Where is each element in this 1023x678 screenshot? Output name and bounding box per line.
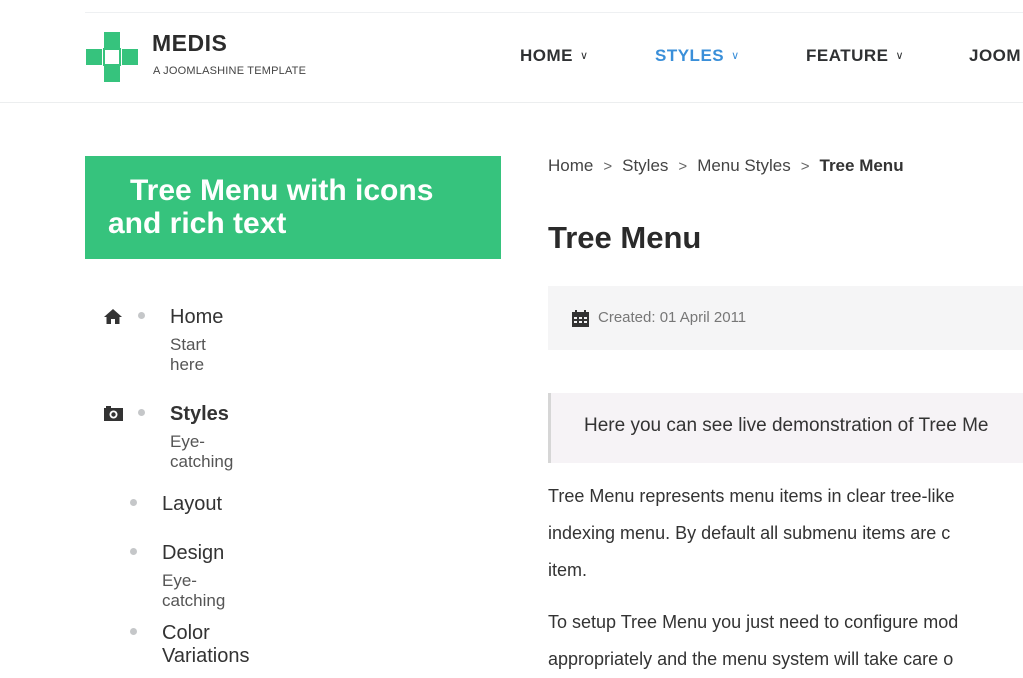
tree-item-label[interactable]: Design bbox=[162, 542, 225, 565]
nav-item-home[interactable]: HOME ∨ bbox=[520, 46, 589, 66]
tree-item-layout[interactable]: Layout bbox=[162, 493, 222, 516]
bullet-icon bbox=[130, 628, 137, 635]
nav-item-label: HOME bbox=[520, 46, 573, 65]
nav-item-label: JOOM bbox=[969, 46, 1022, 65]
sidebar-title: Tree Menu with icons and rich text bbox=[108, 174, 434, 240]
bullet-icon bbox=[130, 499, 137, 506]
tree-item-home[interactable]: Home Start here bbox=[170, 306, 223, 375]
camera-icon bbox=[104, 406, 123, 421]
paragraph-line: indexing menu. By default all submenu it… bbox=[548, 523, 951, 543]
sidebar-title-banner: Tree Menu with icons and rich text bbox=[85, 156, 501, 259]
tree-item-label[interactable]: Layout bbox=[162, 493, 222, 516]
chevron-down-icon: ∨ bbox=[895, 50, 905, 62]
breadcrumb-current: Tree Menu bbox=[819, 156, 904, 175]
nav-item-styles[interactable]: STYLES ∨ bbox=[655, 46, 740, 66]
calendar-icon bbox=[572, 310, 589, 327]
tree-item-design[interactable]: Design Eye-catching bbox=[162, 542, 225, 611]
tree-item-subtitle: Start here bbox=[170, 335, 206, 374]
breadcrumb-link-home[interactable]: Home bbox=[548, 156, 593, 175]
tree-item-label[interactable]: Color Variations bbox=[162, 622, 249, 668]
site-header: MEDIS A JOOMLASHINE TEMPLATE HOME ∨ STYLE… bbox=[0, 0, 1023, 103]
nav-item-feature[interactable]: FEATURE ∨ bbox=[806, 46, 904, 66]
tree-item-styles[interactable]: Styles Eye-catching bbox=[170, 403, 233, 472]
nav-item-label: FEATURE bbox=[806, 46, 889, 65]
tree-item-color-variations[interactable]: Color Variations bbox=[162, 622, 249, 668]
bullet-icon bbox=[138, 409, 145, 416]
paragraph-1: Tree Menu represents menu items in clear… bbox=[548, 478, 1023, 589]
bullet-icon bbox=[138, 312, 145, 319]
home-icon bbox=[104, 309, 122, 324]
nav-item-label: STYLES bbox=[655, 46, 725, 65]
bullet-icon bbox=[130, 548, 137, 555]
tree-item-label[interactable]: Home bbox=[170, 306, 223, 329]
paragraph-line: Tree Menu represents menu items in clear… bbox=[548, 486, 955, 506]
chevron-right-icon: > bbox=[800, 158, 810, 175]
article-meta: Created: 01 April 2011 bbox=[548, 286, 1023, 350]
paragraph-line: appropriately and the menu system will t… bbox=[548, 649, 954, 669]
paragraph-line: item. bbox=[548, 560, 588, 580]
page-title: Tree Menu bbox=[548, 220, 702, 255]
nav-item-joomla[interactable]: JOOM bbox=[969, 46, 1021, 66]
logo-icon[interactable] bbox=[86, 32, 138, 82]
chevron-down-icon: ∨ bbox=[580, 50, 589, 62]
intro-blockquote: Here you can see live demonstration of T… bbox=[548, 393, 1023, 463]
breadcrumb: Home > Styles > Menu Styles > Tree Menu bbox=[548, 156, 904, 176]
chevron-right-icon: > bbox=[678, 158, 688, 175]
created-date: Created: 01 April 2011 bbox=[598, 309, 747, 326]
brand-tagline: A JOOMLASHINE TEMPLATE bbox=[153, 65, 307, 77]
chevron-right-icon: > bbox=[603, 158, 613, 175]
chevron-down-icon: ∨ bbox=[731, 50, 740, 62]
tree-item-subtitle: Eye-catching bbox=[162, 571, 226, 610]
brand-name[interactable]: MEDIS bbox=[152, 30, 227, 57]
intro-text: Here you can see live demonstration of T… bbox=[584, 415, 989, 436]
tree-item-subtitle: Eye-catching bbox=[170, 432, 234, 471]
paragraph-line: To setup Tree Menu you just need to conf… bbox=[548, 612, 959, 632]
breadcrumb-link-styles[interactable]: Styles bbox=[622, 156, 668, 175]
tree-item-label[interactable]: Styles bbox=[170, 403, 233, 426]
breadcrumb-link-menu-styles[interactable]: Menu Styles bbox=[697, 156, 791, 175]
